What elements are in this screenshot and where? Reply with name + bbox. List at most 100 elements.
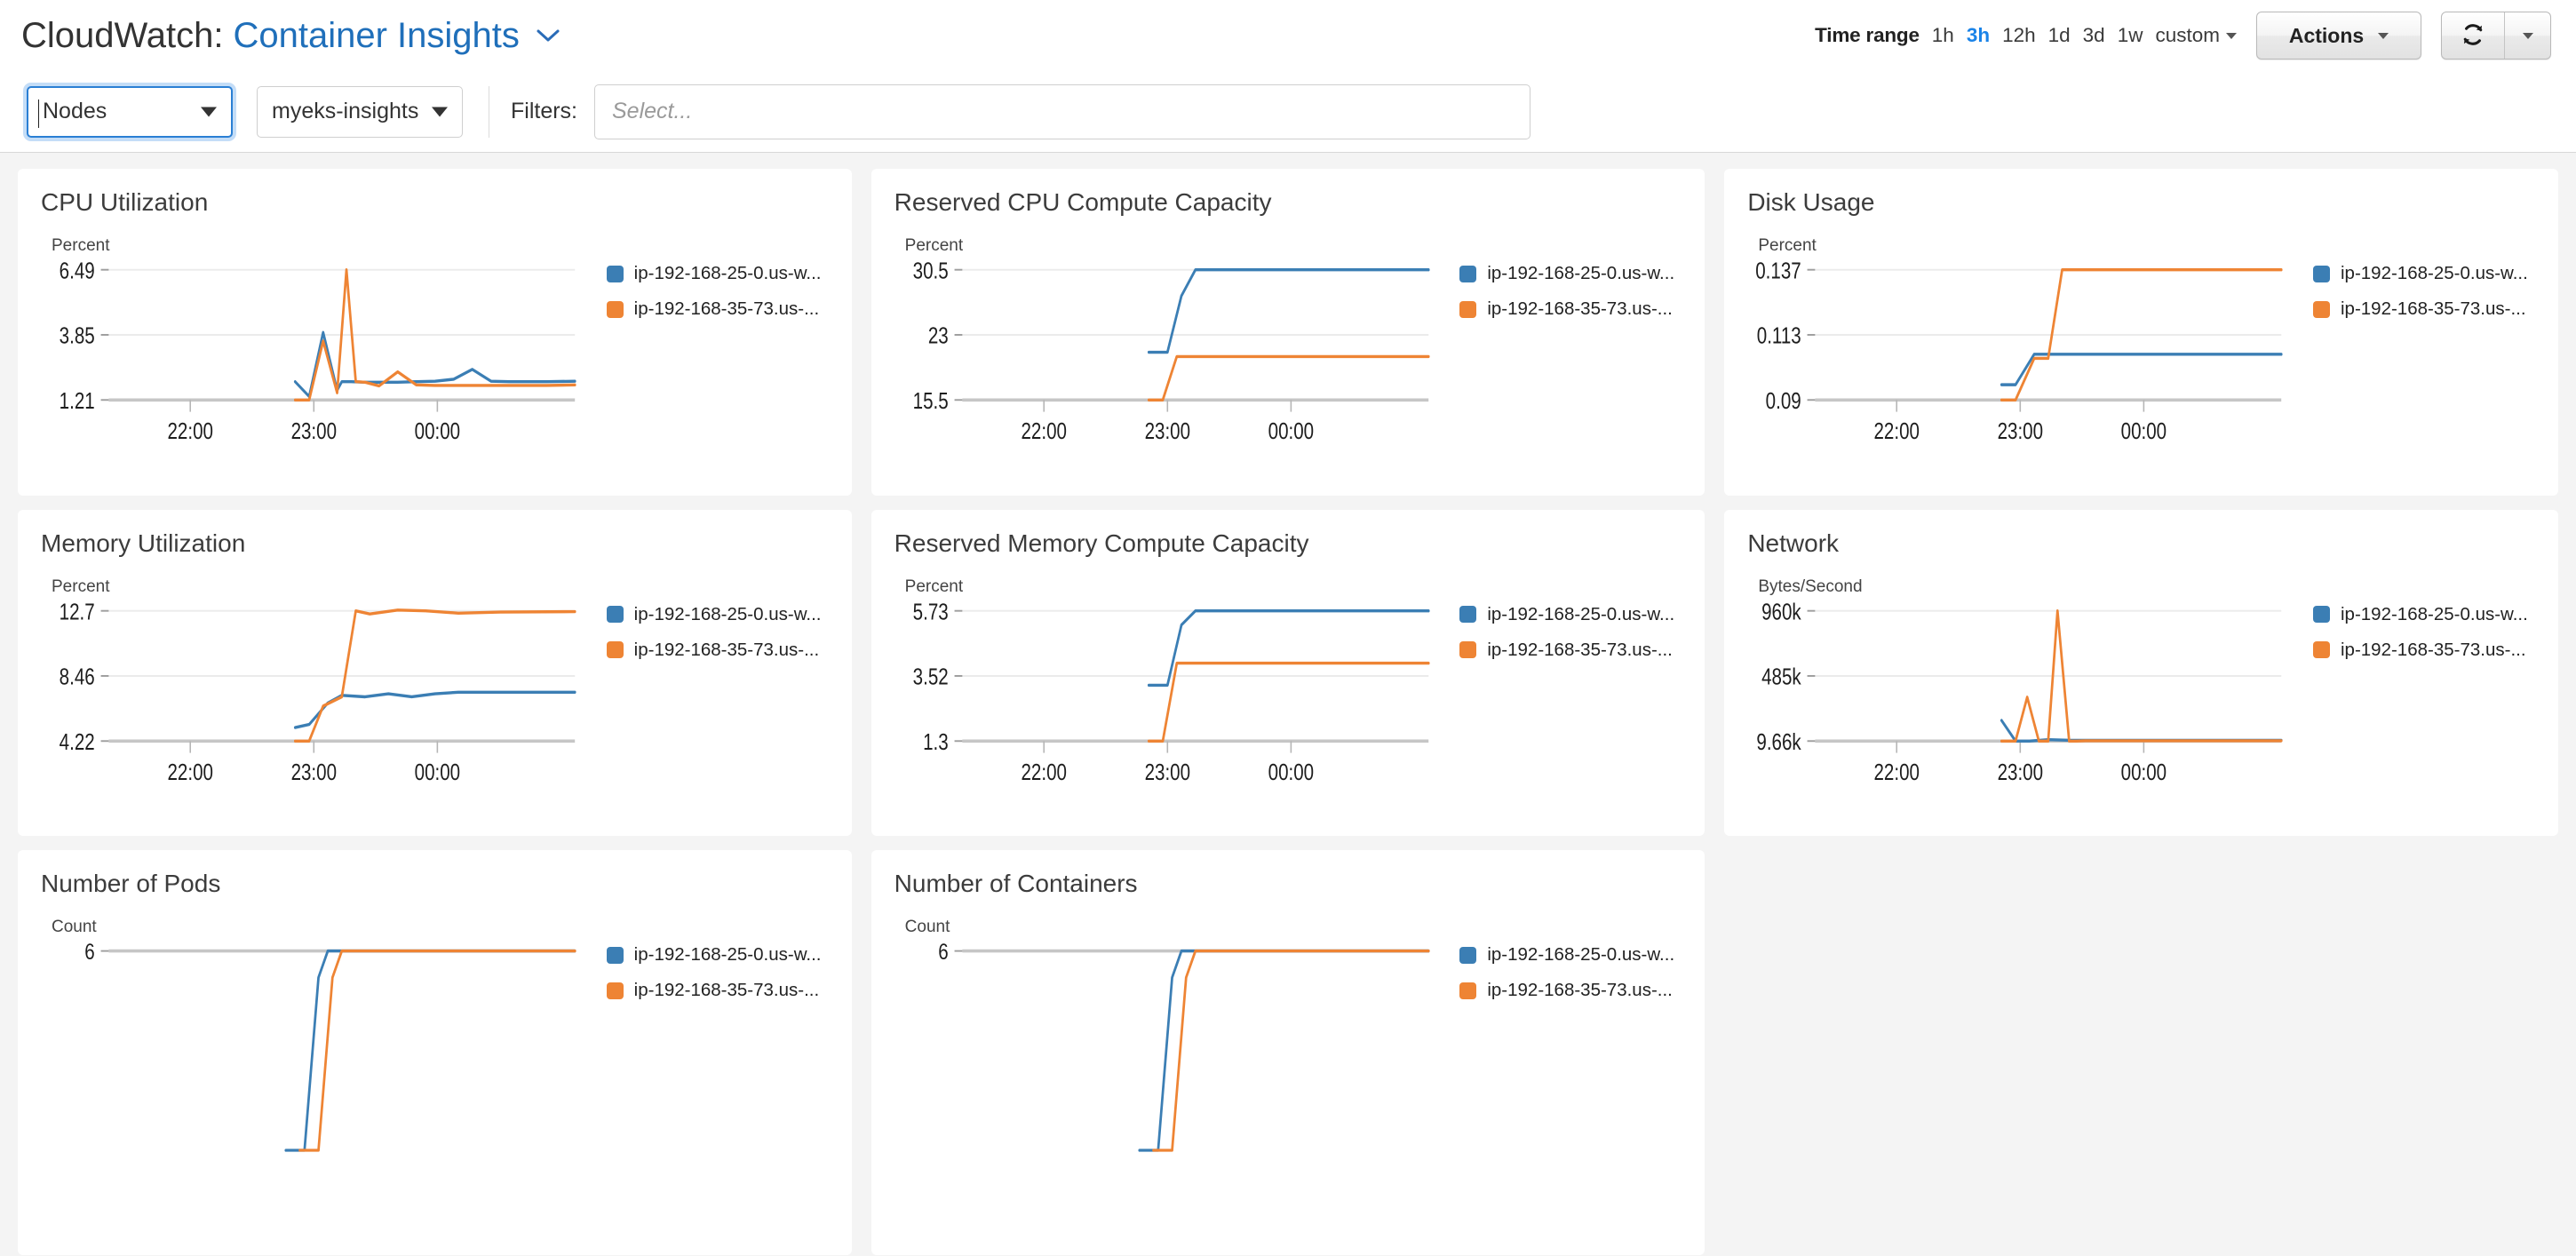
legend-swatch-icon <box>606 265 624 282</box>
plot-area[interactable]: Percent 0.09 0.113 0.137 22:00 23:00 00:00 <box>1747 236 2304 443</box>
chart-title: Number of Pods <box>41 870 221 898</box>
y-axis-unit-label: Count <box>904 918 950 937</box>
chevron-down-icon[interactable] <box>536 28 561 44</box>
legend-swatch-icon <box>1459 300 1477 318</box>
y-axis-tick-label: 5.73 <box>912 602 948 624</box>
legend-label: ip-192-168-35-73.us-... <box>2341 298 2526 319</box>
x-axis-tick-label: 22:00 <box>1874 418 1920 444</box>
legend-item[interactable]: ip-192-168-35-73.us-... <box>1459 640 1682 661</box>
legend-item[interactable]: ip-192-168-35-73.us-... <box>2313 640 2535 661</box>
series-line-0 <box>1138 950 1430 1153</box>
legend-item[interactable]: ip-192-168-25-0.us-w... <box>606 263 829 284</box>
chart-body: Bytes/Second 9.66k 485k 960k 22:00 23:00 00:00… <box>1747 576 2535 784</box>
chart-body: Count 6 ip-192-168-25-0.us-w... ip-192-168-… <box>41 918 829 1184</box>
legend-item[interactable]: ip-192-168-35-73.us-... <box>1459 980 1682 1001</box>
legend-item[interactable]: ip-192-168-25-0.us-w... <box>2313 604 2535 625</box>
legend-label: ip-192-168-35-73.us-... <box>633 639 820 660</box>
chart-title: Reserved Memory Compute Capacity <box>894 529 1309 557</box>
caret-down-icon <box>2226 32 2237 39</box>
series-line-1 <box>1147 354 1430 401</box>
chart-card-number-of-containers: Number of Containers Count 6 ip-192-168-25-… <box>871 850 1705 1255</box>
x-axis-tick-label: 00:00 <box>415 418 460 444</box>
legend-swatch-icon <box>2313 300 2330 318</box>
chart-svg: 4.22 8.46 12.7 22:00 23:00 00:00 <box>60 602 576 784</box>
chart-body: Percent 1.3 3.52 5.73 22:00 23:00 00:00 ip-192-… <box>894 577 1682 784</box>
time-range-option-3h[interactable]: 3h <box>1967 24 1990 47</box>
legend-label: ip-192-168-25-0.us-w... <box>633 263 822 283</box>
legend-item[interactable]: ip-192-168-35-73.us-... <box>2313 298 2535 320</box>
legend-item[interactable]: ip-192-168-25-0.us-w... <box>1459 604 1682 625</box>
legend-item[interactable]: ip-192-168-35-73.us-... <box>606 980 829 1001</box>
legend-item[interactable]: ip-192-168-25-0.us-w... <box>1459 263 1682 284</box>
x-axis-tick-label: 22:00 <box>1021 759 1066 784</box>
time-range-option-1d[interactable]: 1d <box>2048 24 2071 47</box>
x-axis-tick-label: 00:00 <box>1268 759 1313 784</box>
plot-area[interactable]: Percent 4.22 8.46 12.7 22:00 23:00 00:00 <box>41 577 598 784</box>
legend-swatch-icon <box>2313 265 2330 282</box>
x-axis-tick-label: 23:00 <box>1144 418 1189 444</box>
plot-area[interactable]: Count 6 <box>894 918 1451 1184</box>
filters-placeholder: Select... <box>612 99 693 123</box>
legend-item[interactable]: ip-192-168-35-73.us-... <box>1459 298 1682 320</box>
chart-svg: 6 <box>84 942 576 1153</box>
series-line-0 <box>284 950 576 1153</box>
legend-label: ip-192-168-25-0.us-w... <box>633 603 822 624</box>
legend-label: ip-192-168-35-73.us-... <box>1487 980 1673 1001</box>
chart-svg: 1.3 3.52 5.73 22:00 23:00 00:00 <box>912 602 1430 784</box>
chart-card-cpu-utilization: CPU Utilization Percent 1.21 3.85 6.49 22:00 2… <box>18 169 852 496</box>
x-axis-tick-label: 00:00 <box>1268 418 1313 444</box>
time-range-option-3d[interactable]: 3d <box>2083 24 2105 47</box>
x-axis-tick-label: 23:00 <box>1998 418 2043 444</box>
page-title-prefix: CloudWatch: <box>21 15 224 55</box>
y-axis-unit-label: Percent <box>52 236 110 255</box>
y-axis-tick-label: 960k <box>1761 602 1801 624</box>
plot-area[interactable]: Count 6 <box>41 918 598 1184</box>
legend-label: ip-192-168-35-73.us-... <box>2341 639 2526 660</box>
app-header: CloudWatch: Container Insights Time rang… <box>0 0 2576 71</box>
legend-item[interactable]: ip-192-168-35-73.us-... <box>606 639 829 661</box>
y-axis-tick-label: 0.137 <box>1756 261 1801 283</box>
x-axis-tick-label: 23:00 <box>291 418 337 444</box>
y-axis-tick-label: 6 <box>938 942 948 965</box>
legend-item[interactable]: ip-192-168-25-0.us-w... <box>2313 263 2535 284</box>
legend-swatch-icon <box>1459 265 1477 282</box>
resource-type-select[interactable]: Nodes <box>27 85 233 138</box>
time-range-option-1h[interactable]: 1h <box>1932 24 1954 47</box>
chart-card-number-of-pods: Number of Pods Count 6 ip-192-168-25-0.us-w… <box>18 850 852 1255</box>
filters-input[interactable]: Select... <box>594 83 1530 139</box>
y-axis-tick-label: 8.46 <box>60 664 95 689</box>
time-range-option-12h[interactable]: 12h <box>2002 24 2036 47</box>
y-axis-tick-label: 0.113 <box>1757 323 1801 349</box>
legend-swatch-icon <box>606 982 624 999</box>
plot-area[interactable]: Bytes/Second 9.66k 485k 960k 22:00 23:00 00:00 <box>1747 576 2304 784</box>
legend-item[interactable]: ip-192-168-25-0.us-w... <box>606 603 829 625</box>
refresh-button-group <box>2441 12 2551 60</box>
plot-area[interactable]: Percent 15.5 23 30.5 22:00 23:00 00:00 <box>894 236 1451 443</box>
x-axis-tick-label: 00:00 <box>2121 418 2167 444</box>
chart-legend: ip-192-168-25-0.us-w... ip-192-168-35-73.… <box>1451 236 1682 425</box>
x-axis-tick-label: 22:00 <box>167 759 212 784</box>
legend-item[interactable]: ip-192-168-25-0.us-w... <box>1459 944 1682 966</box>
time-range-option-1w[interactable]: 1w <box>2118 24 2143 47</box>
chart-title: Number of Containers <box>894 870 1138 898</box>
chart-legend: ip-192-168-25-0.us-w... ip-192-168-35-73.… <box>1451 918 1682 1184</box>
legend-item[interactable]: ip-192-168-35-73.us-... <box>606 298 829 320</box>
refresh-button[interactable] <box>2442 12 2504 59</box>
y-axis-unit-label: Bytes/Second <box>1758 576 1863 596</box>
page-title-link[interactable]: Container Insights <box>234 16 520 56</box>
series-line-1 <box>298 950 576 1153</box>
y-axis-tick-label: 3.85 <box>60 323 95 349</box>
chart-legend: ip-192-168-25-0.us-w... ip-192-168-35-73.… <box>1451 577 1682 766</box>
refresh-options-button[interactable] <box>2504 12 2550 59</box>
plot-area[interactable]: Percent 1.21 3.85 6.49 22:00 23:00 00:00 <box>41 236 598 443</box>
y-axis-tick-label: 23 <box>927 323 948 349</box>
chart-legend: ip-192-168-25-0.us-w... ip-192-168-35-73.… <box>2304 236 2535 425</box>
cluster-select[interactable]: myeks-insights <box>257 85 463 138</box>
actions-button[interactable]: Actions <box>2256 12 2421 60</box>
legend-item[interactable]: ip-192-168-25-0.us-w... <box>606 944 829 966</box>
plot-area[interactable]: Percent 1.3 3.52 5.73 22:00 23:00 00:00 <box>894 577 1451 784</box>
time-range-custom[interactable]: custom <box>2155 24 2237 47</box>
y-axis-unit-label: Percent <box>1758 236 1817 255</box>
chart-body: Percent 4.22 8.46 12.7 22:00 23:00 00:00 ip-192… <box>41 577 829 784</box>
chart-card-memory-utilization: Memory Utilization Percent 4.22 8.46 12.7 22:… <box>18 509 852 837</box>
